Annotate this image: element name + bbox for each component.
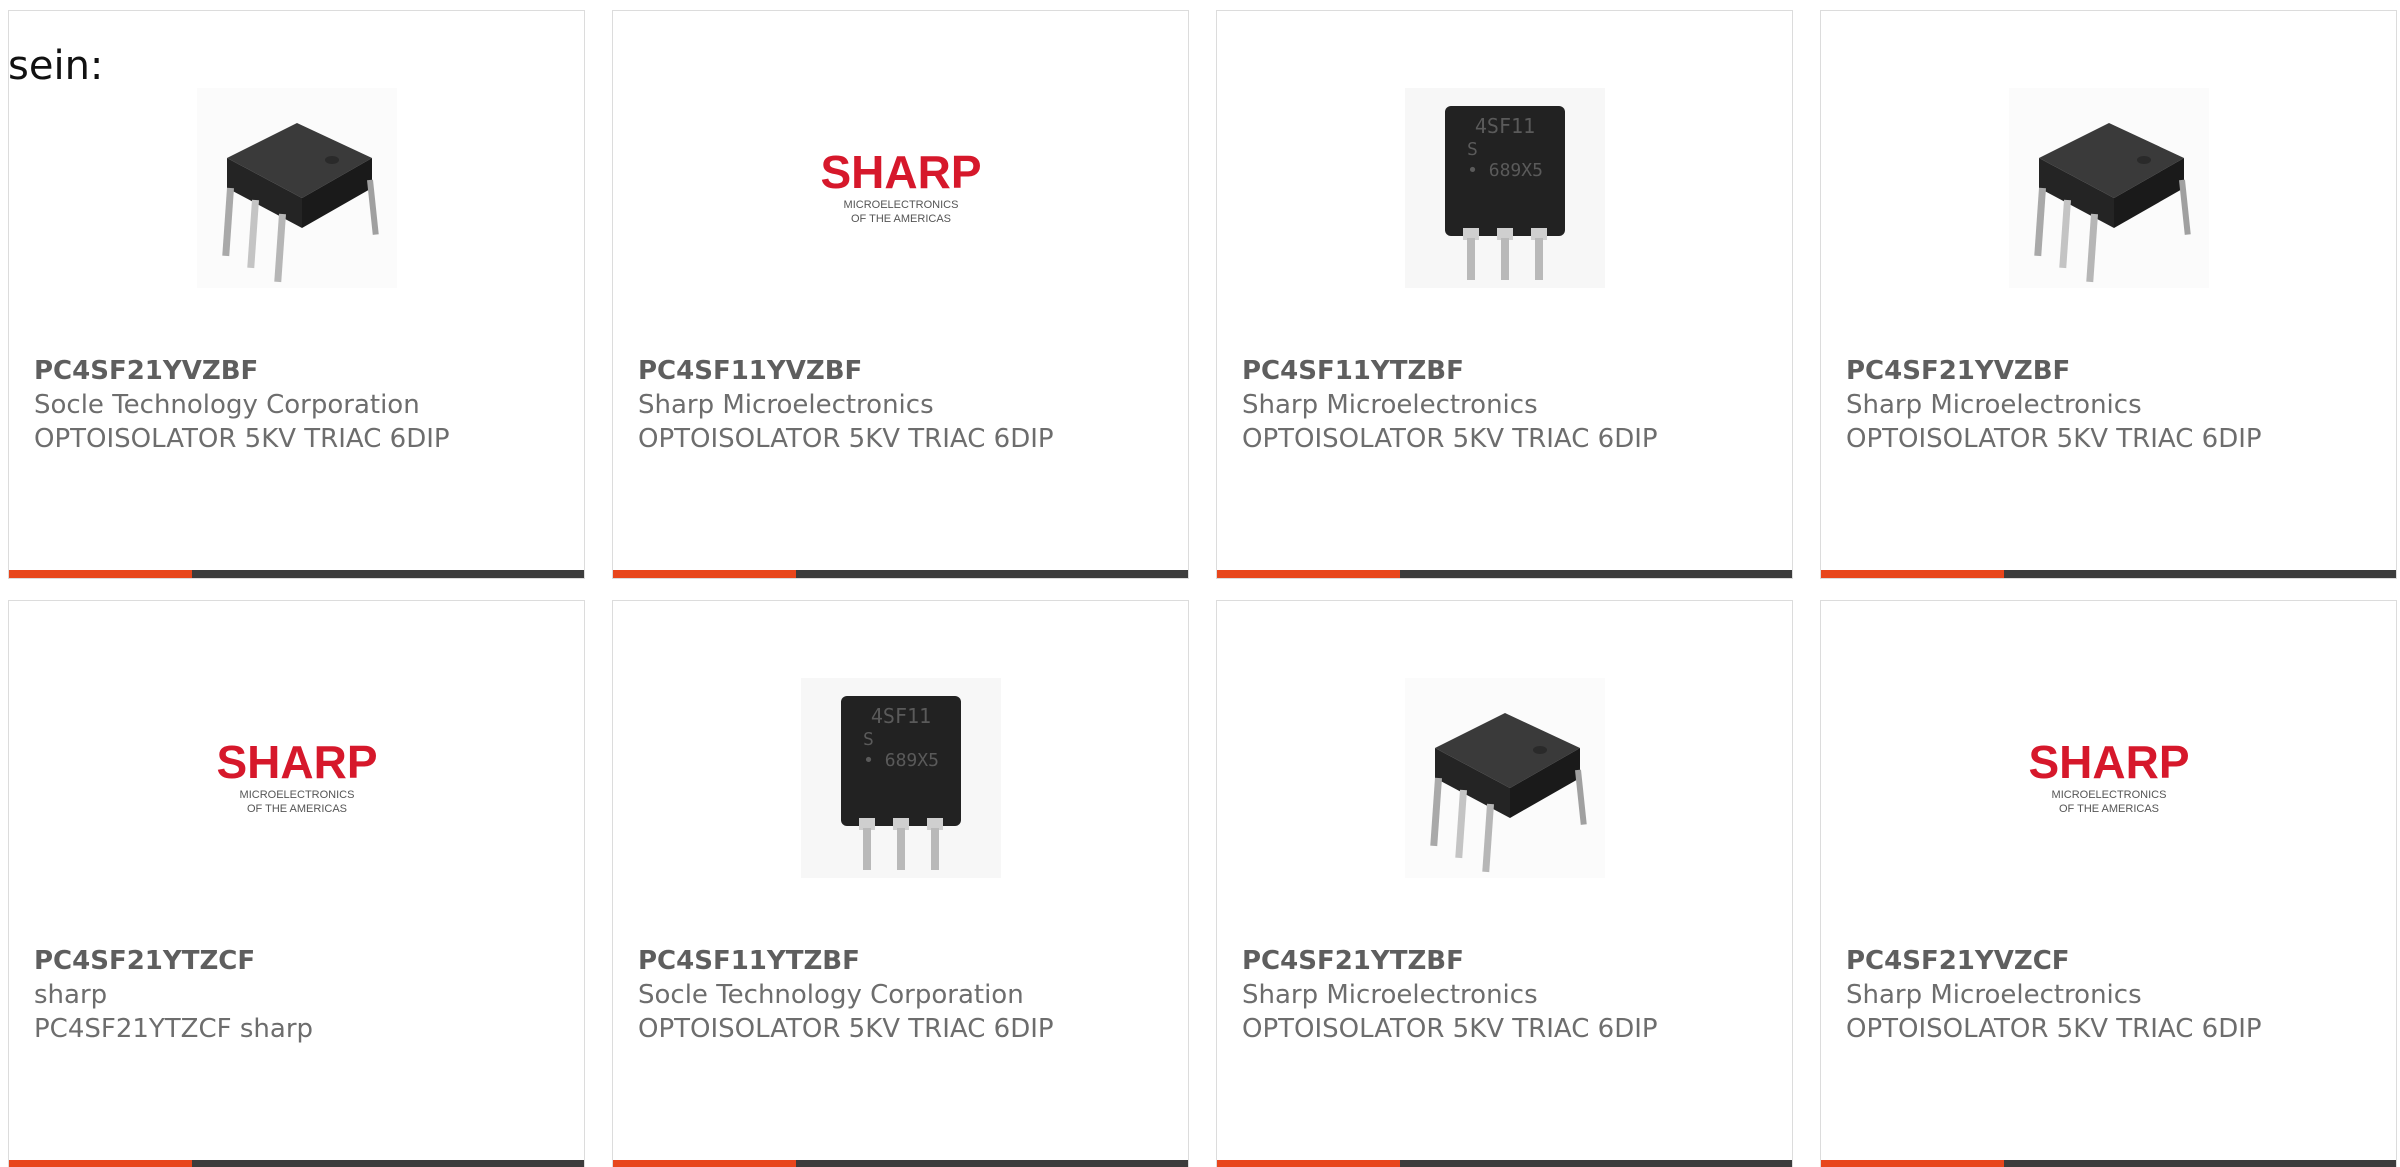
product-card[interactable]: PC4SF21YTZBF Sharp Microelectronics OPTO…: [1216, 600, 1793, 1167]
sharp-logo: SHARP MICROELECTRONICS OF THE AMERICAS: [820, 146, 981, 225]
sharp-logo: SHARP MICROELECTRONICS OF THE AMERICAS: [2028, 736, 2189, 815]
product-card[interactable]: PC4SF21YVZBF Sharp Microelectronics OPTO…: [1820, 10, 2397, 579]
product-manufacturer: Socle Technology Corporation: [34, 390, 420, 420]
page: sein: PC4SF21YVZBF Socle Technology Corp…: [0, 0, 2400, 1167]
chip-marking-2: S: [1467, 139, 1478, 160]
product-description: OPTOISOLATOR 5KV TRIAC 6DIP: [1242, 424, 1658, 454]
product-description: OPTOISOLATOR 5KV TRIAC 6DIP: [1846, 1014, 2262, 1044]
dip6-angled-image: [2008, 88, 2209, 288]
card-accent-bar: [1821, 570, 2396, 578]
product-card[interactable]: 4SF11 S • 689X5 PC4SF11YTZBF Sharp Micro…: [1216, 10, 1793, 579]
chip-marking-3: • 689X5: [863, 750, 939, 771]
product-part-number[interactable]: PC4SF21YVZBF: [1846, 354, 2386, 388]
intro-text: sein:: [8, 43, 104, 89]
chip-marking-1: 4SF11: [870, 704, 930, 728]
product-part-number[interactable]: PC4SF21YTZBF: [1242, 944, 1782, 978]
product-part-number[interactable]: PC4SF11YVZBF: [638, 354, 1178, 388]
product-image: SHARP MICROELECTRONICS OF THE AMERICAS: [9, 673, 584, 883]
product-manufacturer: Sharp Microelectronics: [1242, 390, 1538, 420]
chip-marking-3: • 689X5: [1467, 160, 1543, 181]
product-description: OPTOISOLATOR 5KV TRIAC 6DIP: [638, 424, 1054, 454]
product-manufacturer: Sharp Microelectronics: [1242, 980, 1538, 1010]
dip6-angled-image: [1404, 678, 1605, 878]
product-description: PC4SF21YTZCF sharp: [34, 1014, 314, 1044]
card-accent-bar: [9, 1160, 584, 1167]
product-card[interactable]: SHARP MICROELECTRONICS OF THE AMERICAS P…: [612, 10, 1189, 579]
product-description: OPTOISOLATOR 5KV TRIAC 6DIP: [638, 1014, 1054, 1044]
sharp-logo-line2: OF THE AMERICAS: [850, 213, 950, 225]
product-image: [1821, 83, 2396, 293]
product-manufacturer: Sharp Microelectronics: [1846, 980, 2142, 1010]
product-image: [9, 83, 584, 293]
card-accent-bar: [613, 1160, 1188, 1167]
product-part-number[interactable]: PC4SF11YTZBF: [638, 944, 1178, 978]
product-card[interactable]: SHARP MICROELECTRONICS OF THE AMERICAS P…: [8, 600, 585, 1167]
product-part-number[interactable]: PC4SF11YTZBF: [1242, 354, 1782, 388]
product-image: [1217, 673, 1792, 883]
product-part-number[interactable]: PC4SF21YVZBF: [34, 354, 574, 388]
sharp-logo-line1: MICROELECTRONICS: [239, 789, 354, 801]
sharp-logo-line2: OF THE AMERICAS: [246, 803, 346, 815]
product-image: 4SF11 S • 689X5: [613, 673, 1188, 883]
chip-marking-1: 4SF11: [1474, 114, 1534, 138]
card-accent-bar: [9, 570, 584, 578]
card-accent-bar: [1217, 570, 1792, 578]
card-accent-bar: [1217, 1160, 1792, 1167]
sharp-logo-word: SHARP: [820, 146, 981, 198]
card-accent-bar: [613, 570, 1188, 578]
sharp-logo-word: SHARP: [216, 736, 377, 788]
product-image: SHARP MICROELECTRONICS OF THE AMERICAS: [1821, 673, 2396, 883]
product-description: OPTOISOLATOR 5KV TRIAC 6DIP: [34, 424, 450, 454]
sharp-logo-line2: OF THE AMERICAS: [2058, 803, 2158, 815]
product-card[interactable]: 4SF11 S • 689X5 PC4SF11YTZBF Socle Techn…: [612, 600, 1189, 1167]
card-accent-bar: [1821, 1160, 2396, 1167]
product-manufacturer: Socle Technology Corporation: [638, 980, 1024, 1010]
chip-marking-2: S: [863, 729, 874, 750]
dip6-front-image: 4SF11 S • 689X5: [800, 678, 1001, 878]
product-card[interactable]: SHARP MICROELECTRONICS OF THE AMERICAS P…: [1820, 600, 2397, 1167]
product-description: OPTOISOLATOR 5KV TRIAC 6DIP: [1846, 424, 2262, 454]
dip6-angled-image: [196, 88, 397, 288]
sharp-logo-line1: MICROELECTRONICS: [2051, 789, 2166, 801]
sharp-logo-word: SHARP: [2028, 736, 2189, 788]
product-part-number[interactable]: PC4SF21YTZCF: [34, 944, 574, 978]
product-part-number[interactable]: PC4SF21YVZCF: [1846, 944, 2386, 978]
dip6-front-image: 4SF11 S • 689X5: [1404, 88, 1605, 288]
sharp-logo-line1: MICROELECTRONICS: [843, 199, 958, 211]
product-manufacturer: Sharp Microelectronics: [638, 390, 934, 420]
product-description: OPTOISOLATOR 5KV TRIAC 6DIP: [1242, 1014, 1658, 1044]
product-image: SHARP MICROELECTRONICS OF THE AMERICAS: [613, 83, 1188, 293]
product-image: 4SF11 S • 689X5: [1217, 83, 1792, 293]
sharp-logo: SHARP MICROELECTRONICS OF THE AMERICAS: [216, 736, 377, 815]
product-manufacturer: Sharp Microelectronics: [1846, 390, 2142, 420]
product-card[interactable]: PC4SF21YVZBF Socle Technology Corporatio…: [8, 10, 585, 579]
product-manufacturer: sharp: [34, 980, 108, 1010]
